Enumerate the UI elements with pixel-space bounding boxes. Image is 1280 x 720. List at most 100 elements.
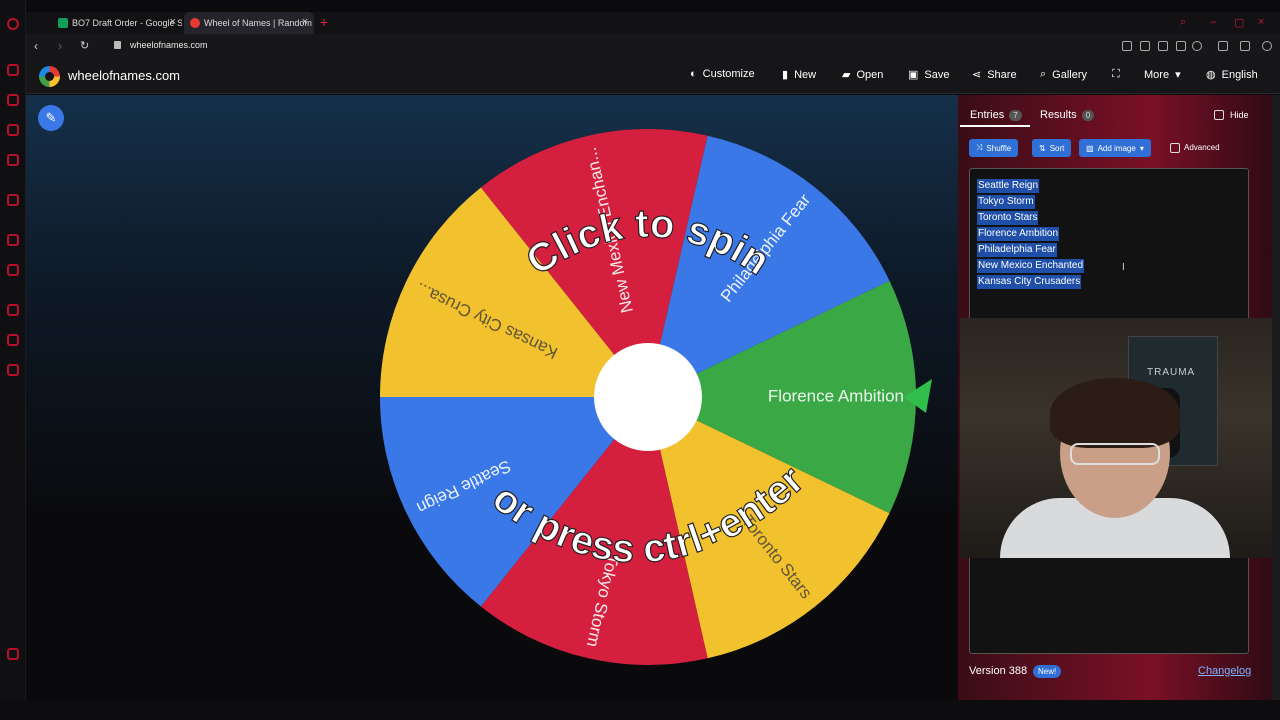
sidebar-app-icon[interactable] — [7, 194, 19, 206]
tab-title: Wheel of Names | Random — [204, 18, 312, 28]
wheel-favicon-icon — [190, 18, 200, 28]
palette-icon: ◐ — [690, 68, 697, 80]
entry-line: New Mexico Enchanted — [977, 259, 1085, 273]
language-button[interactable]: ◍ English — [1206, 68, 1258, 82]
version-label: Version 388 — [969, 665, 1028, 677]
save-icon: ▣ — [908, 69, 919, 81]
more-button[interactable]: More ▾ — [1144, 68, 1181, 82]
menu-icon[interactable] — [1240, 41, 1250, 51]
entry-line: Kansas City Crusaders — [977, 275, 1082, 289]
settings-icon[interactable] — [7, 364, 19, 376]
tab-entries[interactable]: Entries 7 — [970, 109, 1022, 121]
active-tab-indicator — [960, 125, 1030, 127]
camera-icon[interactable] — [1140, 41, 1150, 51]
tab-draft-order[interactable]: BO7 Draft Order - Google S × — [52, 12, 182, 34]
entry-line: Seattle Reign — [977, 179, 1040, 193]
tab-results[interactable]: Results 0 — [1040, 109, 1095, 121]
image-icon: ▨ — [1086, 143, 1094, 153]
streamer — [1000, 378, 1230, 558]
site-header: wheelofnames.com ◐ Customize ▮ New ▰ Open ▣… — [26, 58, 1280, 94]
wheel-hub[interactable] — [594, 343, 702, 451]
wheel-segment-label: Florence Ambition — [768, 386, 904, 405]
sidebar-app-icon[interactable] — [7, 304, 19, 316]
status-bar — [0, 700, 1280, 720]
sidebar-app-icon[interactable] — [7, 234, 19, 246]
entry-line: Toronto Stars — [977, 211, 1039, 225]
fullscreen-icon: ⛶ — [1112, 68, 1120, 80]
tab-strip: BO7 Draft Order - Google S × Wheel of Na… — [26, 12, 1280, 34]
sheets-icon — [58, 18, 68, 28]
hide-checkbox[interactable] — [1214, 110, 1224, 120]
wheel[interactable]: Florence AmbitionToronto StarsTokyo Stor… — [26, 95, 958, 700]
new-button[interactable]: ▮ New — [782, 68, 816, 82]
entry-line: Philadelphia Fear — [977, 243, 1057, 257]
search-icon: ⌕ — [1040, 68, 1047, 80]
shuffle-icon: ⤨ — [976, 143, 983, 152]
fullscreen-button[interactable]: ⛶ — [1112, 68, 1120, 81]
changelog-link[interactable]: Changelog — [1198, 665, 1251, 677]
heart-icon[interactable] — [1192, 41, 1202, 51]
profile-icon[interactable] — [1262, 41, 1272, 51]
folder-icon: ▰ — [842, 69, 851, 81]
chevron-down-icon: ▾ — [1139, 143, 1144, 153]
address-bar: ‹ › ↻ wheelofnames.com — [26, 34, 1280, 58]
close-window-icon[interactable]: × — [1258, 16, 1264, 28]
sidebar-app-icon[interactable] — [7, 154, 19, 166]
wheel-stage: Florence Ambition Toronto Stars Tokyo Stor… — [26, 95, 958, 700]
site-title[interactable]: wheelofnames.com — [68, 68, 180, 83]
sidebar-app-icon[interactable] — [7, 64, 19, 76]
entries-count-badge: 7 — [1009, 109, 1022, 121]
glasses — [1070, 443, 1160, 465]
sort-button[interactable]: ⇅ Sort — [1032, 139, 1072, 157]
customize-button[interactable]: ◐ Customize — [690, 68, 755, 80]
new-tab-button[interactable]: + — [320, 14, 328, 30]
search-tabs-icon[interactable]: ⌕ — [1180, 16, 1186, 29]
globe-icon: ◍ — [1206, 69, 1216, 81]
reload-icon[interactable]: ↻ — [80, 39, 89, 52]
close-icon[interactable]: × — [170, 17, 176, 28]
new-badge: New! — [1033, 665, 1062, 678]
tab-wheel-of-names[interactable]: Wheel of Names | Random × — [184, 12, 314, 34]
sidebar-app-icon[interactable] — [7, 334, 19, 346]
save-button[interactable]: ▣ Save — [908, 68, 949, 82]
advanced-label: Advanced — [1184, 143, 1220, 152]
add-image-button[interactable]: ▨ Add image ▾ — [1079, 139, 1151, 157]
entry-line: Tokyo Storm — [977, 195, 1035, 209]
text-cursor-icon: I — [1122, 262, 1125, 273]
share-icon: ⋖ — [972, 69, 982, 81]
minimize-icon[interactable]: – — [1210, 16, 1216, 28]
browser-sidebar — [0, 0, 26, 720]
extension-icon[interactable] — [1122, 41, 1132, 51]
sidebar-app-icon[interactable] — [7, 648, 19, 660]
back-icon[interactable]: ‹ — [34, 39, 38, 53]
browser-window: BO7 Draft Order - Google S × Wheel of Na… — [0, 0, 1280, 720]
lock-icon — [114, 41, 121, 49]
extension-icon[interactable] — [1158, 41, 1168, 51]
scrollbar[interactable] — [1272, 95, 1280, 700]
shuffle-button[interactable]: ⤨ Shuffle — [969, 139, 1019, 157]
file-icon: ▮ — [782, 69, 789, 81]
chevron-down-icon: ▾ — [1175, 69, 1181, 81]
url-field[interactable]: wheelofnames.com — [130, 40, 208, 50]
forward-icon[interactable]: › — [58, 39, 62, 53]
sort-icon: ⇅ — [1039, 143, 1046, 153]
share-button[interactable]: ⋖ Share — [972, 68, 1017, 82]
opera-logo-icon[interactable] — [7, 18, 19, 30]
sidebar-app-icon[interactable] — [7, 124, 19, 136]
download-icon[interactable] — [1218, 41, 1228, 51]
close-icon[interactable]: × — [302, 17, 308, 28]
edit-pencil-icon[interactable]: ✎ — [38, 105, 64, 131]
webcam-overlay: TRAUMA — [960, 318, 1280, 558]
open-button[interactable]: ▰ Open — [842, 68, 883, 82]
hide-label: Hide — [1230, 110, 1249, 120]
advanced-checkbox[interactable] — [1170, 143, 1180, 153]
results-count-badge: 0 — [1081, 109, 1095, 121]
entry-line: Florence Ambition — [977, 227, 1060, 241]
site-logo-icon[interactable] — [39, 66, 60, 87]
maximize-icon[interactable]: ▢ — [1234, 16, 1244, 29]
sidebar-app-icon[interactable] — [7, 94, 19, 106]
gallery-button[interactable]: ⌕ Gallery — [1040, 68, 1087, 81]
play-icon[interactable] — [1176, 41, 1186, 51]
sidebar-app-icon[interactable] — [7, 264, 19, 276]
tab-title: BO7 Draft Order - Google S — [72, 18, 182, 28]
